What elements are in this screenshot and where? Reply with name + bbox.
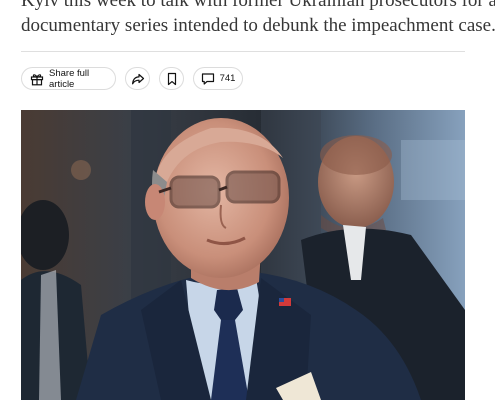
lead-line-1: Kyiv this week to talk with former Ukrai… [21,0,495,11]
section-divider [21,51,465,52]
share-full-article-label: Share full article [49,67,90,90]
save-bookmark-button[interactable] [159,67,184,90]
share-arrow-icon [131,72,145,86]
share-full-article-button[interactable]: Share full article [21,67,116,90]
photo-illustration [21,110,465,400]
article-photo[interactable] [21,110,465,400]
article-toolbar: Share full article 741 [21,66,243,91]
bookmark-icon [166,72,178,86]
share-button[interactable] [125,67,150,90]
lead-line-2: documentary series intended to debunk th… [21,15,495,36]
comment-count: 741 [219,73,236,84]
gift-icon [30,72,44,86]
comments-button[interactable]: 741 [193,67,243,90]
article-lead-text: Kyiv this week to talk with former Ukrai… [21,0,495,38]
comment-icon [201,72,215,86]
